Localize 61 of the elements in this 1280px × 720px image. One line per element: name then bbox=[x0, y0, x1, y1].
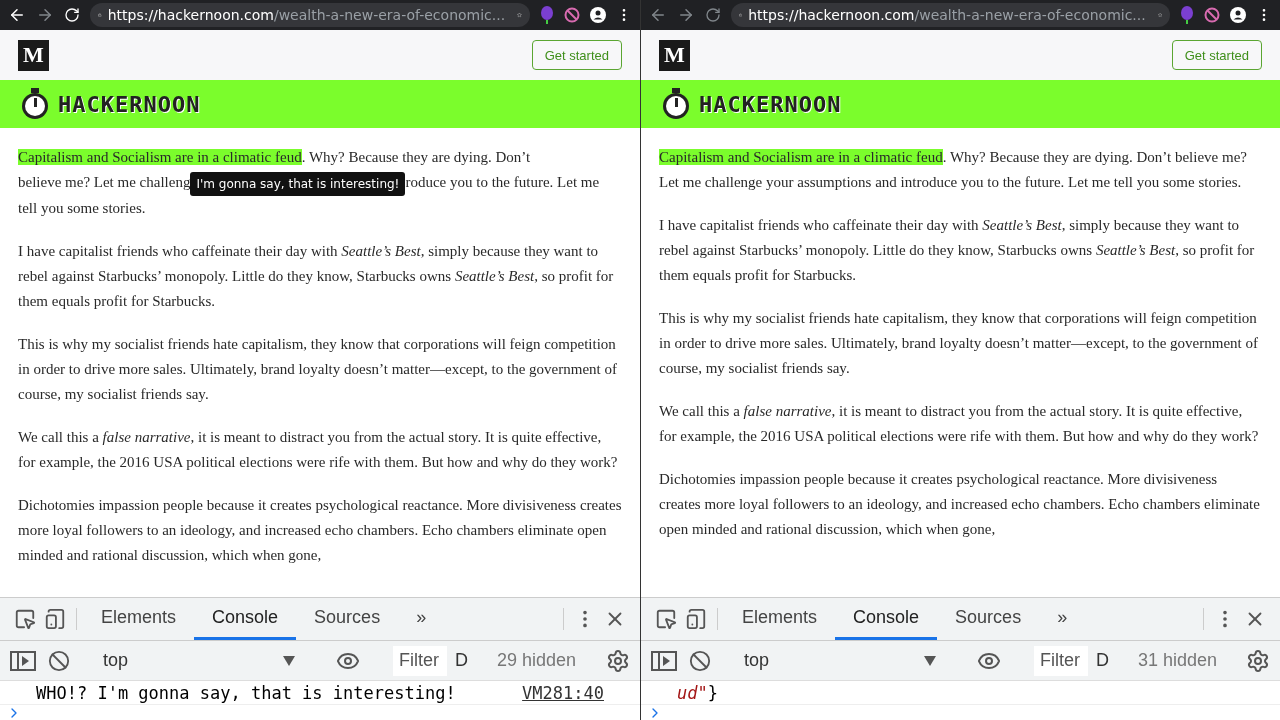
account-icon[interactable] bbox=[1230, 7, 1246, 23]
console-message: WHO!? I'm gonna say, that is interesting! bbox=[36, 682, 456, 703]
site-logo[interactable]: M bbox=[18, 39, 49, 71]
article-paragraph: Capitalism and Socialism are in a climatic feud. Why? Because they are dying. Don’t believe me? Let me challeng I'm gonna say, that is interesting! roduce you to the future. Let me tell you some stories. bbox=[18, 148, 601, 218]
settings-icon[interactable] bbox=[1246, 648, 1270, 673]
dropdown-icon bbox=[283, 655, 295, 666]
stopwatch-icon bbox=[20, 88, 50, 120]
url-text: https://hackernoon.com/wealth-a-new-era-of-economic... bbox=[748, 7, 1146, 23]
balloon-icon[interactable] bbox=[540, 6, 554, 24]
inspect-icon[interactable] bbox=[14, 608, 36, 630]
forward-icon[interactable] bbox=[677, 6, 695, 24]
article-paragraph: Capitalism and Socialism are in a climatic feud. Why? Because they are dying. Don’t believe me? Let me challenge your assumptions and introduce you to the future. Let me tell you some stories. bbox=[659, 148, 1248, 192]
balloon-icon[interactable] bbox=[1180, 6, 1194, 24]
hidden-count: 29 hidden bbox=[497, 650, 577, 671]
forward-icon[interactable] bbox=[36, 6, 54, 24]
device-icon[interactable] bbox=[44, 608, 66, 630]
stopwatch-icon bbox=[661, 88, 691, 120]
devtools-tab[interactable]: Sources bbox=[937, 598, 1040, 640]
back-icon[interactable] bbox=[8, 6, 26, 24]
site-logo[interactable]: M bbox=[659, 39, 690, 71]
hidden-count: 31 hidden bbox=[1138, 650, 1218, 671]
article-paragraph: This is why my socialist friends hate capitalism, they know that corporations will feign competition in order to drive more sales. Ultimately, brand loyalty doesn’t matter—except, to the government of course, my socialist friends say. bbox=[18, 334, 618, 404]
article-paragraph: Dichotomies impassion people because it creates psychological reactance. More divisiveness creates more loyal followers to an ideology, and increased echo chambers. Echo chambers eliminate open minded and rational discussion, which when gone, bbox=[659, 470, 1261, 539]
devtools-tab[interactable]: Sources bbox=[296, 598, 399, 640]
brand-logo[interactable]: HACKERNOON bbox=[58, 91, 201, 117]
inspect-icon[interactable] bbox=[655, 608, 677, 630]
url-text: https://hackernoon.com/wealth-a-new-era-of-economic... bbox=[107, 7, 506, 23]
more-tabs-button[interactable]: » bbox=[398, 598, 445, 640]
levels-dropdown[interactable]: D bbox=[1096, 650, 1109, 671]
devtools-tab[interactable]: Elements bbox=[83, 598, 195, 640]
article-paragraph: We call this a false narrative, it is meant to distract you from the actual story. It is quite effective, for example, the 2016 USA political elections were rife with them. But how and why do they work? bbox=[18, 427, 619, 472]
devtools-tab[interactable]: Elements bbox=[724, 598, 836, 640]
filter-field[interactable]: Filter bbox=[1034, 645, 1088, 676]
sidebar-icon[interactable] bbox=[10, 650, 36, 671]
get-started-button[interactable]: Get started bbox=[531, 40, 622, 70]
get-started-button[interactable]: Get started bbox=[1171, 40, 1262, 70]
article-paragraph: I have capitalist friends who caffeinate their day with Seattle’s Best, simply because they want to rebel against Starbucks’ monopoly. Little do they know, Starbucks owns Seattle’s Best, so profit for them equals profit for Starbucks. bbox=[659, 216, 1256, 285]
clear-icon[interactable] bbox=[48, 649, 70, 672]
address-bar[interactable]: https://hackernoon.com/wealth-a-new-era-of-economic... bbox=[731, 3, 1170, 27]
console-output: ud"} bbox=[677, 682, 718, 703]
brand-logo[interactable]: HACKERNOON bbox=[699, 91, 842, 117]
blocked-icon[interactable] bbox=[1204, 7, 1220, 23]
more-tabs-button[interactable]: » bbox=[1039, 598, 1086, 640]
dropdown-icon bbox=[924, 655, 936, 666]
article-paragraph: We call this a false narrative, it is meant to distract you from the actual story. It is quite effective, for example, the 2016 USA political elections were rife with them. But how and why do they work? bbox=[659, 402, 1260, 446]
blocked-icon[interactable] bbox=[564, 7, 580, 23]
article-paragraph: This is why my socialist friends hate capitalism, they know that corporations will feign competition in order to drive more sales. Ultimately, brand loyalty doesn’t matter—except, to the government of course, my socialist friends say. bbox=[659, 309, 1259, 378]
article-paragraph: Dichotomies impassion people because it creates psychological reactance. More divisiveness creates more loyal followers to an ideology, and increased echo chambers. Echo chambers eliminate open minded and rational discussion, which when gone, bbox=[18, 495, 622, 565]
settings-icon[interactable] bbox=[606, 648, 630, 673]
account-icon[interactable] bbox=[590, 7, 606, 23]
levels-dropdown[interactable]: D bbox=[455, 650, 468, 671]
address-bar[interactable]: https://hackernoon.com/wealth-a-new-era-of-economic... bbox=[90, 3, 530, 27]
device-icon[interactable] bbox=[685, 608, 707, 630]
tooltip: I'm gonna say, that is interesting! bbox=[190, 171, 406, 196]
filter-field[interactable]: Filter bbox=[393, 645, 447, 676]
source-link[interactable]: VM281:40 bbox=[522, 682, 604, 703]
context-select[interactable]: top bbox=[744, 650, 944, 671]
clear-icon[interactable] bbox=[689, 649, 711, 672]
context-select[interactable]: top bbox=[103, 650, 303, 671]
article-paragraph: I have capitalist friends who caffeinate their day with Seattle’s Best, simply because they want to rebel against Starbucks’ monopoly. Little do they know, Starbucks owns Seattle’s Best, so profit for them equals profit for Starbucks. bbox=[18, 241, 615, 311]
sidebar-icon[interactable] bbox=[651, 650, 677, 671]
